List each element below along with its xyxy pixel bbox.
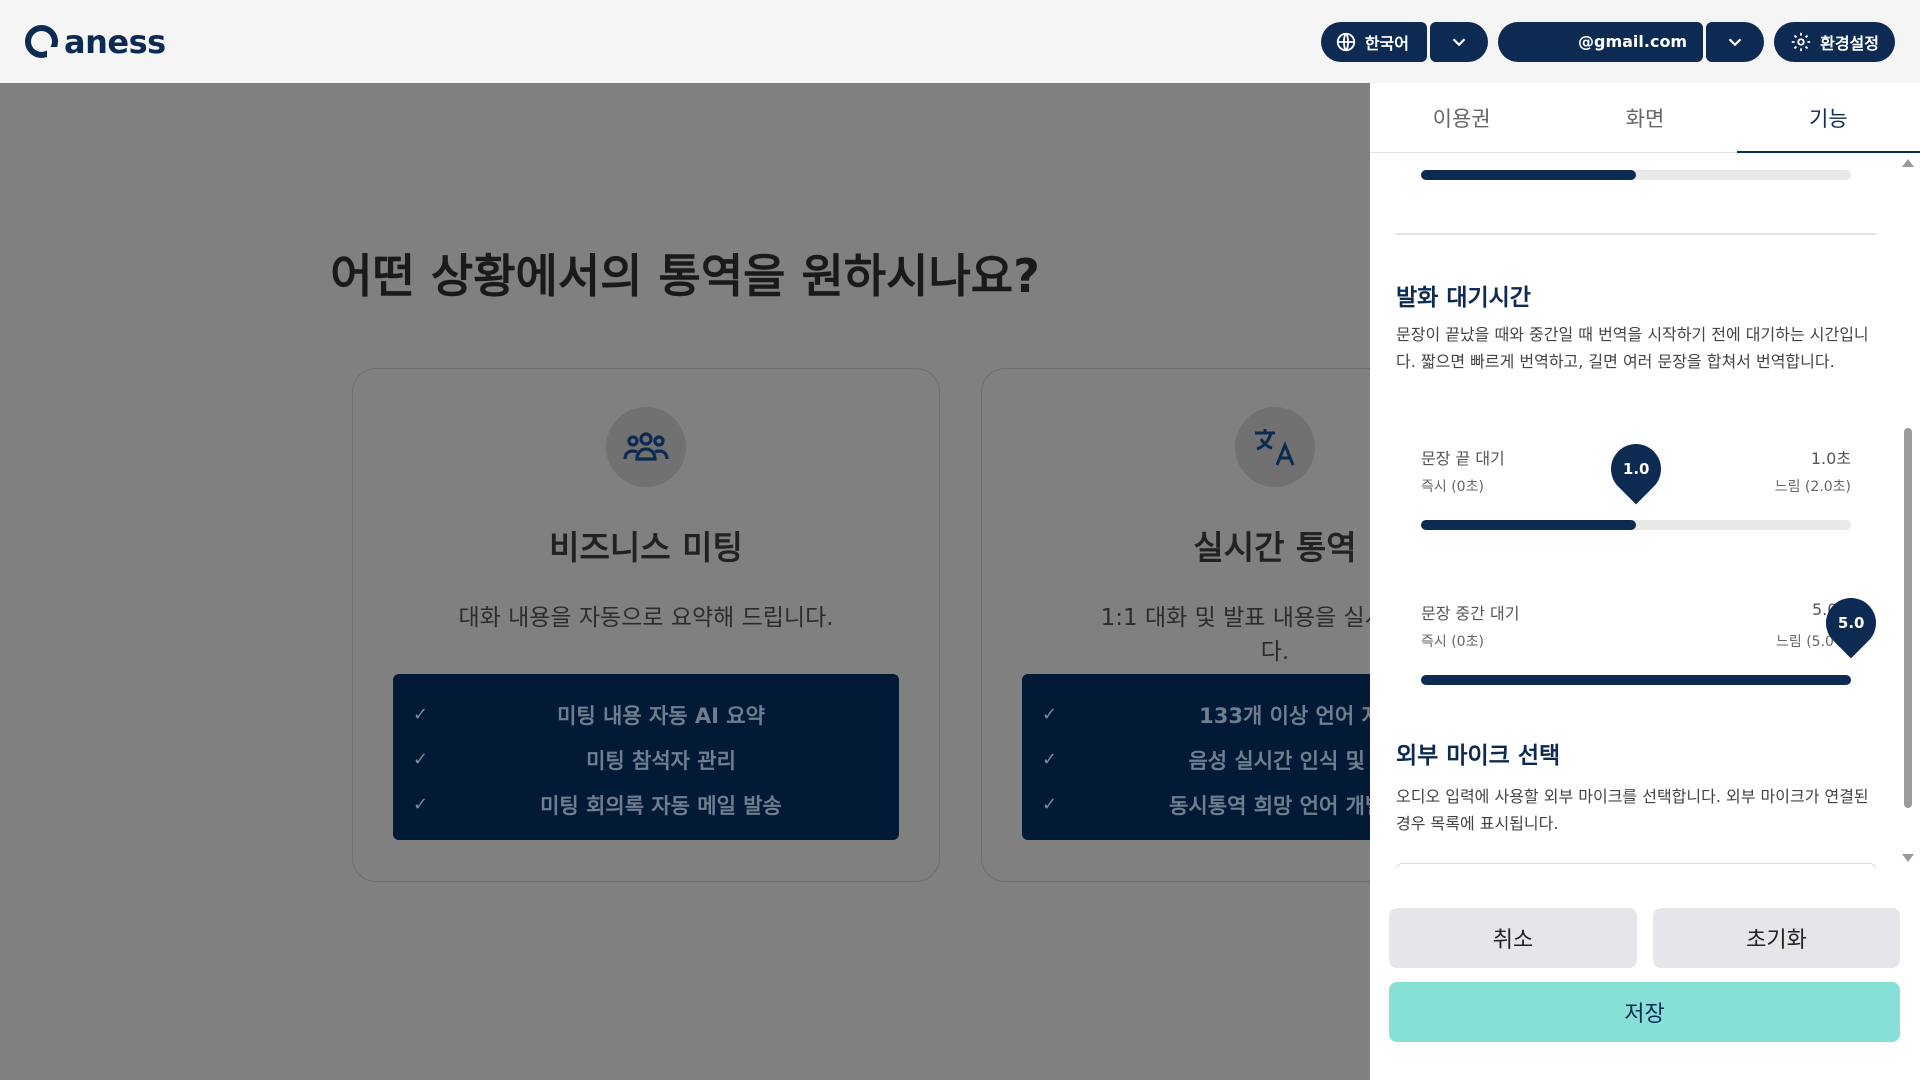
- card-title: 비즈니스 미팅: [549, 528, 743, 567]
- settings-panel: 이용권 화면 기능 발화 대기시간 문장이 끝났을 때와 중간일 때 번역을 시…: [1370, 83, 1920, 1080]
- slider-track-sentence-mid[interactable]: [1421, 675, 1851, 685]
- section-desc-speech-wait: 문장이 끝났을 때와 중간일 때 번역을 시작하기 전에 대기하는 시간입니다.…: [1396, 325, 1869, 371]
- section-divider: [1396, 233, 1876, 235]
- account-email: @gmail.com: [1577, 32, 1688, 51]
- tab-features[interactable]: 기능: [1736, 83, 1920, 153]
- slider-fill-sentence-end: [1421, 520, 1636, 530]
- slider-fill-sentence-mid: [1421, 675, 1851, 685]
- settings-label: 환경설정: [1820, 33, 1879, 53]
- scroll-down-arrow-icon[interactable]: [1902, 854, 1914, 862]
- save-button[interactable]: 저장: [1389, 982, 1900, 1042]
- feature-item: ✓ 미팅 내용 자동 AI 요약: [413, 703, 765, 728]
- slider-thumb-value: 5.0: [1837, 614, 1865, 633]
- card-icon-circle: [1235, 407, 1315, 487]
- language-button[interactable]: 한국어: [1320, 21, 1427, 62]
- tab-display[interactable]: 화면: [1553, 83, 1736, 152]
- card-description: 대화 내용을 자동으로 요약해 드립니다.: [458, 605, 834, 631]
- account-selector: @gmail.com: [1497, 21, 1765, 62]
- slider-min-sentence-end: 즉시 (0초): [1421, 479, 1484, 495]
- check-icon: ✓: [1042, 749, 1058, 770]
- business-meeting-card[interactable]: 비즈니스 미팅 대화 내용을 자동으로 요약해 드립니다. ✓ 미팅 내용 자동 …: [352, 368, 940, 882]
- top-bar: aness 한국어 @gmail.com 환경설정: [0, 0, 1920, 83]
- globe-icon: [1336, 32, 1355, 51]
- panel-scrollbar[interactable]: [1902, 153, 1914, 868]
- previous-slider-fill: [1421, 170, 1636, 180]
- logo-mark-icon: [25, 25, 59, 59]
- card-icon-circle: [606, 407, 686, 487]
- logo-text: aness: [64, 22, 166, 61]
- group-icon: [623, 432, 669, 461]
- section-title-speech-wait: 발화 대기시간: [1396, 285, 1531, 311]
- chevron-down-icon: [1728, 37, 1742, 46]
- account-button[interactable]: @gmail.com: [1497, 21, 1704, 62]
- slider-thumb-value: 1.0: [1622, 460, 1650, 479]
- previous-slider-track[interactable]: [1421, 170, 1851, 180]
- language-label: 한국어: [1364, 33, 1409, 53]
- slider-max-sentence-end: 느림 (2.0초): [1774, 479, 1851, 495]
- language-dropdown-button[interactable]: [1429, 21, 1488, 62]
- settings-button[interactable]: 환경설정: [1774, 21, 1895, 62]
- check-icon: ✓: [1042, 704, 1058, 725]
- language-selector: 한국어: [1320, 21, 1488, 62]
- reset-button[interactable]: 초기화: [1653, 908, 1900, 968]
- chevron-down-icon: [1452, 37, 1466, 46]
- gear-icon: [1791, 32, 1811, 51]
- page-title: 어떤 상황에서의 통역을 원하시나요?: [330, 249, 1040, 303]
- check-icon: ✓: [413, 794, 429, 815]
- check-icon: ✓: [1042, 794, 1058, 815]
- settings-tabs: 이용권 화면 기능: [1370, 83, 1920, 153]
- section-desc-external-mic: 오디오 입력에 사용할 외부 마이크를 선택합니다. 외부 마이크가 연결된 경…: [1396, 787, 1869, 833]
- scrollbar-thumb[interactable]: [1904, 428, 1912, 808]
- mic-select-dropdown[interactable]: [1396, 863, 1876, 868]
- check-icon: ✓: [413, 704, 429, 725]
- slider-max-sentence-mid: 느림 (5.0: [1776, 634, 1834, 650]
- settings-scroll-area[interactable]: 발화 대기시간 문장이 끝났을 때와 중간일 때 번역을 시작하기 전에 대기하…: [1370, 153, 1920, 868]
- feature-item: ✓ 미팅 참석자 관리: [413, 748, 736, 773]
- slider-track-sentence-end[interactable]: [1421, 520, 1851, 530]
- logo[interactable]: aness: [25, 23, 166, 61]
- slider-label-sentence-end: 문장 끝 대기: [1421, 449, 1505, 468]
- account-dropdown-button[interactable]: [1706, 21, 1765, 62]
- header-actions: 한국어 @gmail.com 환경설정: [1320, 21, 1895, 62]
- slider-thumb-sentence-end[interactable]: 1.0: [1600, 433, 1672, 505]
- cancel-button[interactable]: 취소: [1389, 908, 1637, 968]
- scroll-up-arrow-icon[interactable]: [1902, 159, 1914, 167]
- slider-min-sentence-mid: 즉시 (0초): [1421, 634, 1484, 650]
- tab-subscription[interactable]: 이용권: [1370, 83, 1553, 152]
- section-title-external-mic: 외부 마이크 선택: [1396, 743, 1561, 769]
- feature-list: ✓ 미팅 내용 자동 AI 요약 ✓ 미팅 참석자 관리 ✓ 미팅 회의록 자동 메일…: [393, 674, 899, 840]
- slider-value-sentence-end: 1.0초: [1810, 449, 1851, 468]
- feature-item: ✓ 미팅 회의록 자동 메일 발송: [413, 793, 782, 818]
- translate-icon: [1255, 429, 1295, 466]
- slider-label-sentence-mid: 문장 중간 대기: [1421, 604, 1520, 623]
- check-icon: ✓: [413, 749, 429, 770]
